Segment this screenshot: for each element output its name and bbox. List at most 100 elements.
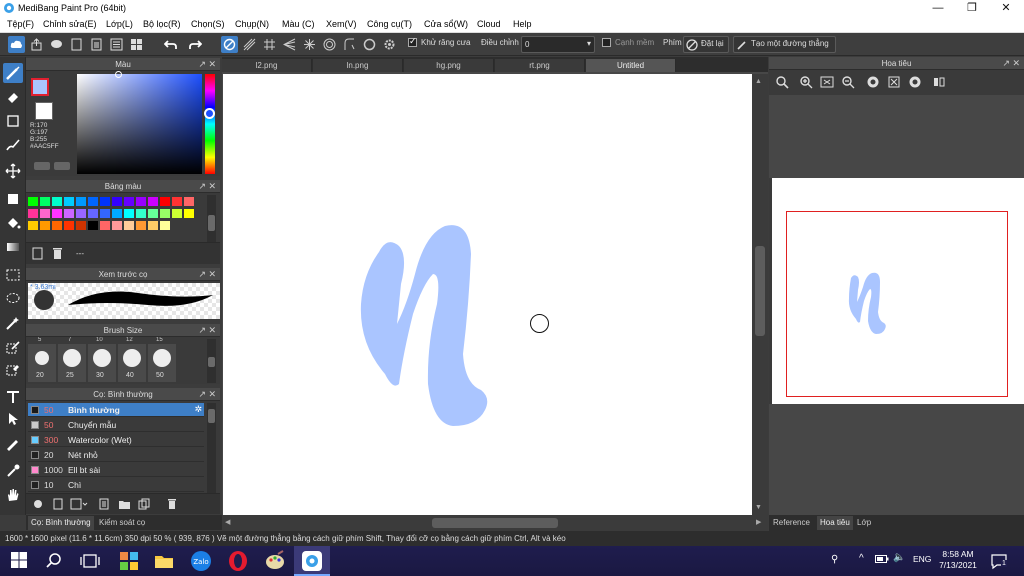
page-icon[interactable] [68,36,85,53]
sv-cursor[interactable] [115,71,122,78]
palette-swatch[interactable] [28,197,38,206]
palette-swatch[interactable] [28,209,38,218]
list-icon[interactable] [108,36,125,53]
taskbar-active-app[interactable] [294,546,330,576]
navigator-preview[interactable] [772,178,1024,404]
brush-list-item[interactable]: 20 Nét nhỏ [28,448,204,462]
cross-snap-icon[interactable] [261,36,278,53]
chevron-up-icon[interactable]: ^ [859,553,864,564]
zoom-in-icon[interactable] [799,75,813,89]
menu-color[interactable]: Màu (C) [282,19,315,29]
close-button[interactable]: ✕ [989,0,1023,17]
menu-layer[interactable]: Lớp(L) [106,19,133,29]
eraser-tool[interactable] [3,87,23,107]
zoom-icon[interactable] [775,75,789,89]
palette-swatch[interactable] [100,221,110,230]
scroll-up-icon[interactable]: ▲ [755,78,762,85]
palette-swatch[interactable] [40,209,50,218]
fill-rect-tool[interactable] [3,189,23,209]
trash-icon[interactable] [51,247,64,260]
menu-select[interactable]: Chọn(S) [191,19,225,29]
bucket-tool[interactable] [3,213,23,233]
palette-swatch[interactable] [172,197,182,206]
palette-swatch[interactable] [172,209,182,218]
vanishing-snap-icon[interactable] [281,36,298,53]
brush-size-30[interactable]: 30 [88,344,116,382]
antialias-checkbox[interactable] [408,36,417,47]
menu-filter[interactable]: Bộ lọc(R) [143,19,181,29]
palette-swatch[interactable] [76,197,86,206]
comment-icon[interactable] [48,36,65,53]
palette-swatch[interactable] [124,197,134,206]
palette-swatch[interactable] [88,197,98,206]
close-icon[interactable]: ✕ [208,268,216,281]
palette-swatch[interactable] [52,209,62,218]
tab-reference[interactable]: Reference [773,516,810,530]
palette-swatch[interactable] [64,209,74,218]
brush-list-item[interactable]: 300 Watercolor (Wet) [28,433,204,447]
undock-icon[interactable]: ↗ [1002,57,1010,70]
palette-swatch[interactable] [136,209,146,218]
rotate-right-icon[interactable] [908,75,922,89]
tab-hg[interactable]: hg.png [404,59,494,72]
tab-ln[interactable]: ln.png [313,59,403,72]
close-icon[interactable]: ✕ [208,388,216,401]
saturation-value-picker[interactable] [77,71,202,174]
dot-tool[interactable] [3,111,23,131]
palette-swatch[interactable] [184,209,194,218]
flip-icon[interactable] [932,75,946,89]
scroll-left-icon[interactable]: ◀ [225,518,230,526]
palette-swatch[interactable] [88,209,98,218]
tab-layer[interactable]: Lớp [857,516,871,530]
palette-swatch[interactable] [40,197,50,206]
palette-swatch[interactable] [64,197,74,206]
people-icon[interactable]: ⚲ [831,554,838,565]
palette-swatch[interactable] [136,197,146,206]
hue-cursor[interactable] [204,108,215,119]
menu-help[interactable]: Help [513,19,532,29]
tab-brush[interactable]: Cọ: Bình thường [28,516,94,530]
curve-snap-icon[interactable] [341,36,358,53]
menu-file[interactable]: Tệp(F) [7,19,34,29]
drawing-canvas[interactable] [223,74,752,515]
zoom-out-icon[interactable] [841,75,855,89]
soft-edge-checkbox[interactable] [602,38,611,47]
palette-swatch[interactable] [148,197,158,206]
tab-l2[interactable]: l2.png [222,59,312,72]
palette-swatch[interactable] [76,221,86,230]
canvas-horizontal-thumb[interactable] [432,518,558,528]
palette-scrollbar[interactable] [207,195,216,243]
task-view-icon[interactable] [80,552,100,570]
palette-swatch[interactable] [112,197,122,206]
palette-swatch[interactable] [76,209,86,218]
folder-icon[interactable] [118,498,131,510]
duplicate-icon[interactable] [138,498,150,510]
menu-window[interactable]: Cửa sổ(W) [424,19,468,29]
search-icon[interactable] [45,552,63,570]
gradient-tool[interactable] [3,237,23,257]
file-explorer-icon[interactable] [153,550,175,572]
undock-icon[interactable]: ↗ [198,388,206,401]
brush-list-scrollbar[interactable] [207,403,216,493]
brush-settings-gear-icon[interactable]: ✲ [194,404,202,415]
palette-swatch[interactable] [40,221,50,230]
select-pen-tool[interactable] [3,337,23,357]
palette-swatch[interactable] [160,221,170,230]
palette-swatches[interactable] [28,197,200,241]
text-tool[interactable] [3,387,23,407]
close-icon[interactable]: ✕ [1012,57,1020,70]
palette-swatch[interactable] [148,209,158,218]
palette-swatch[interactable] [112,209,122,218]
color-mode-button[interactable] [34,162,50,170]
brush-list-item[interactable]: 50 Chuyển mẫu [28,418,204,432]
pen-tool[interactable] [3,433,23,453]
brush-list-item[interactable]: 1000 Ell bt sài [28,463,204,477]
brush-list-item[interactable]: 10 Chì [28,478,204,492]
primary-color-swatch[interactable] [31,78,49,96]
palette-swatch[interactable] [148,221,158,230]
paint-palette-icon[interactable] [264,550,286,572]
brush-size-scrollbar[interactable] [207,339,216,383]
straight-line-button[interactable]: Tạo một đường thẳng [733,36,836,53]
palette-swatch[interactable] [52,197,62,206]
rotate-left-icon[interactable] [866,75,880,89]
